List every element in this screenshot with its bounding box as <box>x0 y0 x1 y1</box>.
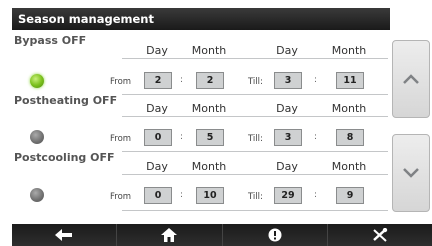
season-panel: Bypass OFF Day Month Day Month From 2 : … <box>12 30 390 222</box>
from-label: From <box>110 77 132 87</box>
from-month-value[interactable]: 5 <box>196 129 224 146</box>
row-divider <box>122 58 388 59</box>
back-arrow-icon <box>55 229 73 241</box>
back-button[interactable] <box>12 224 118 246</box>
row-divider <box>122 151 388 152</box>
chevron-up-icon <box>403 74 419 84</box>
header-till-day: Day <box>276 160 298 173</box>
header-from-day: Day <box>146 102 168 115</box>
header-from-month: Month <box>191 44 227 57</box>
from-month-value[interactable]: 2 <box>196 72 224 89</box>
header-till-month: Month <box>331 160 367 173</box>
date-separator: : <box>180 132 184 142</box>
header-from-day: Day <box>146 44 168 57</box>
scroll-panel <box>390 30 432 222</box>
date-separator: : <box>180 75 184 85</box>
till-day-value[interactable]: 3 <box>274 129 302 146</box>
date-separator: : <box>314 132 318 142</box>
row-divider <box>122 116 388 117</box>
till-label: Till: <box>248 134 263 144</box>
mode-title-postheating: Postheating OFF <box>14 94 118 107</box>
till-month-value[interactable]: 11 <box>336 72 364 89</box>
from-day-value[interactable]: 0 <box>144 129 172 146</box>
header-from-month: Month <box>191 102 227 115</box>
header-from-day: Day <box>146 160 168 173</box>
till-label: Till: <box>248 77 263 87</box>
header-till-day: Day <box>276 44 298 57</box>
header-till-day: Day <box>276 102 298 115</box>
info-button[interactable] <box>223 224 328 246</box>
season-management-screen: Season management Bypass OFF Day Month D… <box>0 0 432 246</box>
scroll-up-button[interactable] <box>392 40 430 118</box>
from-label: From <box>110 192 132 202</box>
header-till-month: Month <box>331 102 367 115</box>
from-day-value[interactable]: 2 <box>144 72 172 89</box>
date-separator: : <box>314 190 318 200</box>
till-label: Till: <box>248 192 263 202</box>
row-divider <box>122 210 388 211</box>
header-till-month: Month <box>331 44 367 57</box>
page-title: Season management <box>12 8 390 30</box>
from-day-value[interactable]: 0 <box>144 187 172 204</box>
from-month-value[interactable]: 10 <box>196 187 224 204</box>
bottom-nav-bar <box>12 224 432 246</box>
from-label: From <box>110 134 132 144</box>
status-led-postheating <box>30 130 44 144</box>
till-month-value[interactable]: 9 <box>336 187 364 204</box>
tools-icon <box>373 228 388 242</box>
settings-button[interactable] <box>328 224 432 246</box>
header-from-month: Month <box>191 160 227 173</box>
scroll-down-button[interactable] <box>392 134 430 212</box>
date-separator: : <box>180 190 184 200</box>
row-divider <box>122 174 388 175</box>
home-button[interactable] <box>117 224 223 246</box>
mode-title-bypass: Bypass OFF <box>14 34 87 47</box>
chevron-down-icon <box>403 168 419 178</box>
home-icon <box>161 228 178 242</box>
till-month-value[interactable]: 8 <box>336 129 364 146</box>
status-led-bypass <box>30 74 44 88</box>
info-icon <box>268 228 282 242</box>
date-separator: : <box>314 75 318 85</box>
status-led-postcooling <box>30 188 44 202</box>
till-day-value[interactable]: 29 <box>274 187 302 204</box>
mode-title-postcooling: Postcooling OFF <box>14 151 115 164</box>
row-divider <box>122 94 388 95</box>
till-day-value[interactable]: 3 <box>274 72 302 89</box>
